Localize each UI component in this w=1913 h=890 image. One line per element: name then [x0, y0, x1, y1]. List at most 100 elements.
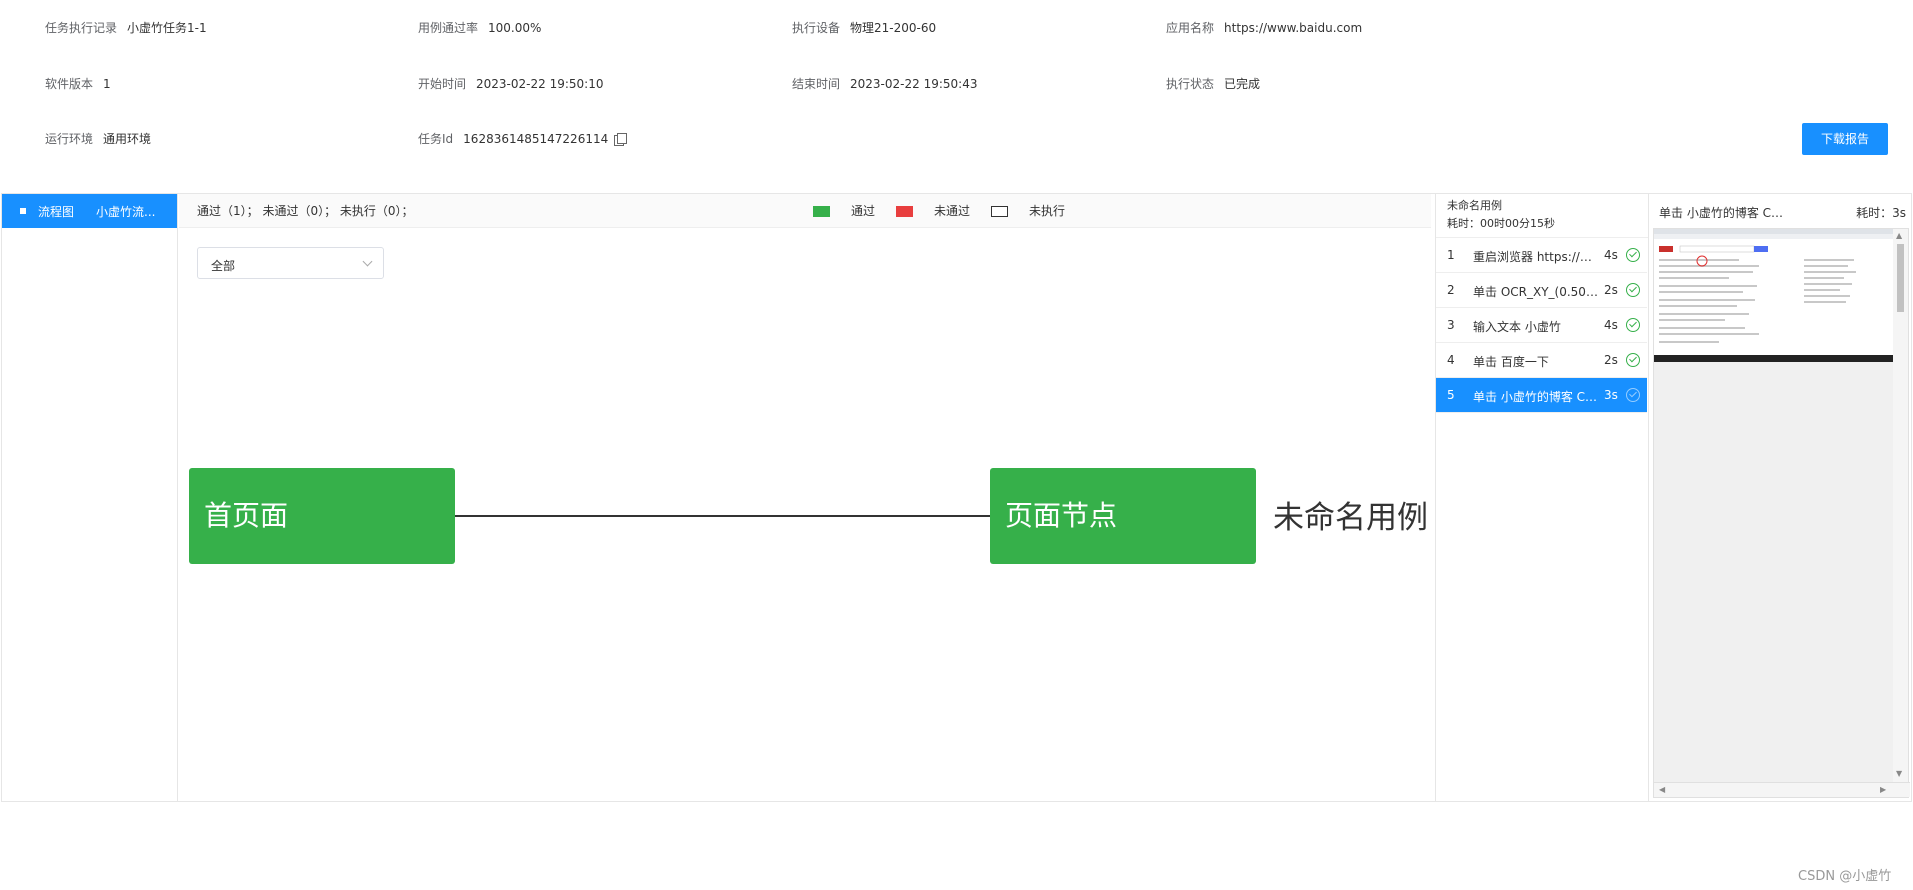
task-id-field: 任务Id 1628361485147226114 — [418, 131, 628, 147]
device-value: 物理21-200-60 — [850, 21, 937, 35]
step-item[interactable]: 4 单击 百度一下 2s — [1436, 343, 1647, 378]
preview-title: 单击 小虚竹的博客 CSDN博客 — [1659, 206, 1789, 220]
execution-stats: 通过（1）； 未通过（0）； 未执行（0）； — [197, 204, 414, 218]
step-list-header: 未命名用例 耗时：00时00分15秒 — [1436, 194, 1648, 238]
report-main-area: 流程图 小虚竹流... 通过（1）； 未通过（0）； 未执行（0）； 通过 未通… — [1, 193, 1912, 802]
device-field: 执行设备 物理21-200-60 — [792, 20, 936, 36]
screenshot-image — [1654, 229, 1894, 362]
task-record-label: 任务执行记录 — [45, 21, 118, 35]
status-value: 已完成 — [1224, 77, 1261, 91]
check-circle-icon — [1626, 248, 1640, 262]
left-tab-panel: 流程图 小虚竹流... — [2, 194, 178, 801]
status-legend: 通过 未通过 未执行 — [813, 204, 1086, 218]
fail-swatch-icon — [896, 205, 914, 217]
flow-canvas-panel: 通过（1）； 未通过（0）； 未执行（0）； 通过 未通过 未执行 全部 首页面… — [179, 194, 1431, 801]
screenshot-preview-panel: 单击 小虚竹的博客 CSDN博客 耗时：3s — [1650, 194, 1912, 801]
horizontal-scrollbar[interactable]: ◀ ▶ — [1654, 782, 1910, 797]
pending-swatch-icon — [991, 205, 1009, 217]
download-report-button[interactable]: 下载报告 — [1802, 123, 1888, 155]
env-field: 运行环境 通用环境 — [45, 131, 151, 147]
env-label: 运行环境 — [45, 132, 94, 146]
version-label: 软件版本 — [45, 77, 94, 91]
app-name-label: 应用名称 — [1166, 21, 1215, 35]
pass-rate-value: 100.00% — [488, 21, 542, 35]
flow-node-page[interactable]: 页面节点 — [990, 468, 1256, 564]
task-id-value: 1628361485147226114 — [463, 132, 609, 146]
step-number: 4 — [1447, 353, 1455, 367]
step-number: 2 — [1447, 283, 1455, 297]
step-duration: 2s — [1604, 283, 1618, 297]
step-item[interactable]: 3 输入文本 小虚竹 4s — [1436, 308, 1647, 343]
tab-marker-icon — [20, 208, 26, 214]
tab-flowchart-name: 小虚竹流... — [96, 204, 156, 219]
chevron-down-icon — [362, 256, 373, 267]
step-duration: 3s — [1604, 388, 1618, 402]
version-field: 软件版本 1 — [45, 76, 111, 92]
task-info-panel: 任务执行记录 小虚竹任务1-1 用例通过率 100.00% 执行设备 物理21-200… — [0, 0, 1913, 190]
csdn-watermark: CSDN @小虚竹 — [1798, 869, 1892, 884]
version-value: 1 — [103, 77, 111, 91]
pass-rate-label: 用例通过率 — [418, 21, 479, 35]
step-item[interactable]: 2 单击 OCR_XY_(0.501,0.382) 2s — [1436, 273, 1647, 308]
step-number: 3 — [1447, 318, 1455, 332]
step-text: 单击 小虚竹的博客 CSDN博客 — [1473, 390, 1601, 404]
flow-legend-bar: 通过（1）； 未通过（0）； 未执行（0）； 通过 未通过 未执行 — [179, 194, 1431, 228]
step-duration: 2s — [1604, 353, 1618, 367]
step-text: 单击 百度一下 — [1473, 355, 1549, 369]
status-field: 执行状态 已完成 — [1166, 76, 1260, 92]
scroll-left-icon[interactable]: ◀ — [1659, 785, 1665, 795]
pass-rate-field: 用例通过率 100.00% — [418, 20, 541, 36]
task-record-field: 任务执行记录 小虚竹任务1-1 — [45, 20, 207, 36]
step-duration: 4s — [1604, 248, 1618, 262]
task-record-value: 小虚竹任务1-1 — [127, 21, 207, 35]
preview-header: 单击 小虚竹的博客 CSDN博客 耗时：3s — [1650, 194, 1912, 228]
step-text: 重启浏览器 https://www.baidu.com — [1473, 250, 1601, 264]
legend-pass-label: 通过 — [851, 204, 876, 218]
step-number: 5 — [1447, 388, 1455, 402]
flow-edge — [455, 515, 993, 517]
start-time-label: 开始时间 — [418, 77, 467, 91]
step-duration: 4s — [1604, 318, 1618, 332]
screenshot-viewer[interactable]: ▲ ▼ ◀ ▶ — [1653, 228, 1910, 798]
task-id-label: 任务Id — [418, 132, 454, 146]
legend-fail-label: 未通过 — [934, 204, 971, 218]
legend-pending-label: 未执行 — [1029, 204, 1066, 218]
vertical-scroll-thumb[interactable] — [1897, 244, 1904, 312]
end-time-value: 2023-02-22 19:50:43 — [850, 77, 978, 91]
step-number: 1 — [1447, 248, 1455, 262]
flow-node-home[interactable]: 首页面 — [189, 468, 455, 564]
start-time-field: 开始时间 2023-02-22 19:50:10 — [418, 76, 603, 92]
end-time-label: 结束时间 — [792, 77, 841, 91]
status-filter-value: 全部 — [211, 259, 236, 273]
check-circle-icon — [1626, 318, 1640, 332]
step-item-selected[interactable]: 5 单击 小虚竹的博客 CSDN博客 3s — [1436, 378, 1647, 413]
step-list-panel: 未命名用例 耗时：00时00分15秒 1 重启浏览器 https://www.b… — [1435, 194, 1649, 801]
preview-duration: 耗时：3s — [1856, 206, 1906, 220]
step-text: 输入文本 小虚竹 — [1473, 320, 1561, 334]
step-item[interactable]: 1 重启浏览器 https://www.baidu.com 4s — [1436, 238, 1647, 273]
case-title: 未命名用例 — [1447, 199, 1502, 212]
vertical-scrollbar[interactable]: ▲ ▼ — [1893, 229, 1908, 782]
flow-case-label: 未命名用例 — [1273, 500, 1428, 536]
env-value: 通用环境 — [103, 132, 152, 146]
tab-flowchart[interactable]: 流程图 小虚竹流... — [2, 194, 177, 228]
step-screenshot-thumbnail[interactable] — [1654, 229, 1894, 362]
app-name-field: 应用名称 https://www.baidu.com — [1166, 20, 1362, 36]
check-circle-icon — [1626, 388, 1640, 402]
pass-swatch-icon — [813, 205, 830, 217]
check-circle-icon — [1626, 283, 1640, 297]
check-circle-icon — [1626, 353, 1640, 367]
device-label: 执行设备 — [792, 21, 841, 35]
case-duration: 耗时：00时00分15秒 — [1447, 217, 1555, 230]
scroll-up-icon[interactable]: ▲ — [1896, 231, 1902, 241]
status-label: 执行状态 — [1166, 77, 1215, 91]
step-text: 单击 OCR_XY_(0.501,0.382) — [1473, 285, 1601, 299]
copy-icon[interactable] — [614, 133, 628, 146]
status-filter-select[interactable]: 全部 — [197, 247, 384, 279]
end-time-field: 结束时间 2023-02-22 19:50:43 — [792, 76, 977, 92]
tab-flowchart-label: 流程图 — [38, 204, 75, 219]
app-name-value: https://www.baidu.com — [1224, 21, 1363, 35]
scroll-down-icon[interactable]: ▼ — [1896, 769, 1902, 779]
scroll-right-icon[interactable]: ▶ — [1880, 785, 1886, 795]
start-time-value: 2023-02-22 19:50:10 — [476, 77, 604, 91]
